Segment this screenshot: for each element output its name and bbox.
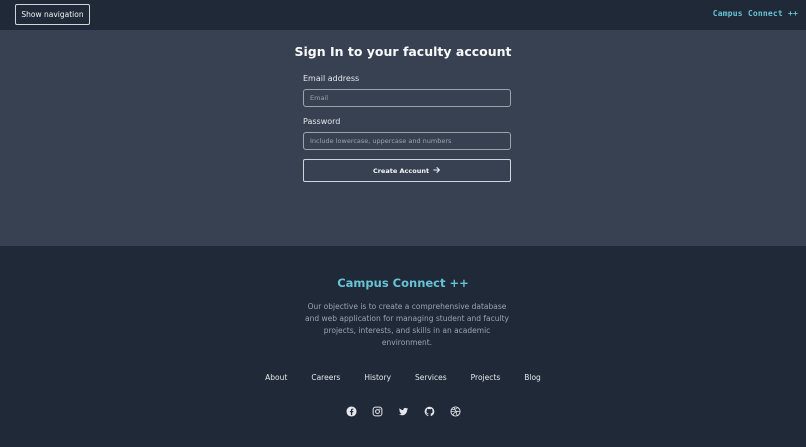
footer-link-projects[interactable]: Projects (459, 373, 513, 382)
header-brand[interactable]: Campus Connect ++ (713, 9, 798, 18)
social-links (0, 405, 806, 417)
footer-brand: Campus Connect ++ (337, 276, 469, 290)
dribbble-icon[interactable] (449, 405, 461, 417)
password-field[interactable] (303, 132, 511, 150)
twitter-icon[interactable] (397, 405, 409, 417)
email-label: Email address (303, 74, 360, 83)
show-navigation-button[interactable]: Show navigation (15, 4, 90, 25)
create-account-label: Create Account (372, 166, 430, 175)
github-icon[interactable] (423, 405, 435, 417)
footer-link-services[interactable]: Services (403, 373, 459, 382)
sign-in-section: Sign In to your faculty account Email ad… (0, 30, 806, 246)
footer-links: About Careers History Services Projects … (0, 373, 806, 382)
facebook-icon[interactable] (345, 405, 357, 417)
top-header: Show navigation Campus Connect ++ (0, 0, 806, 30)
footer-description: Our objective is to create a comprehensi… (305, 302, 509, 347)
footer: Campus Connect ++ Our objective is to cr… (0, 246, 806, 447)
page-title: Sign In to your faculty account (294, 44, 512, 59)
footer-link-careers[interactable]: Careers (299, 373, 352, 382)
email-field[interactable] (303, 89, 511, 107)
arrow-right-icon (433, 166, 441, 176)
instagram-icon[interactable] (371, 405, 383, 417)
footer-link-about[interactable]: About (253, 373, 299, 382)
create-account-button[interactable]: Create Account (303, 159, 511, 182)
footer-link-blog[interactable]: Blog (512, 373, 553, 382)
footer-link-history[interactable]: History (352, 373, 403, 382)
password-label: Password (303, 117, 341, 126)
